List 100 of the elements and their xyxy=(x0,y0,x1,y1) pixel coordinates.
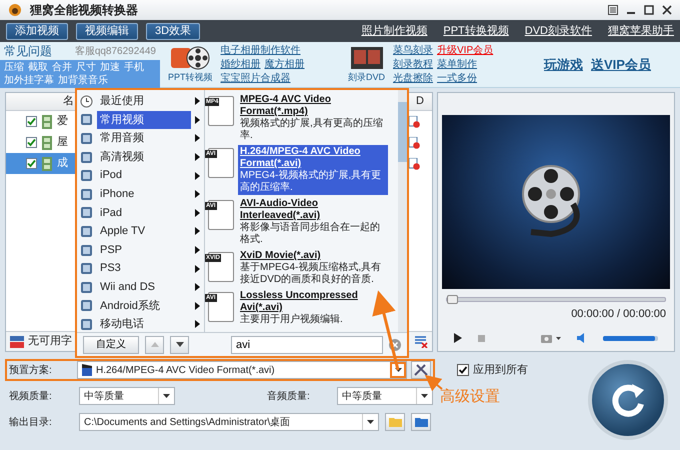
submenu-arrow-icon xyxy=(195,302,200,310)
device-icon xyxy=(80,150,93,164)
play-icon[interactable] xyxy=(454,333,462,343)
submenu-arrow-icon xyxy=(195,208,200,217)
film-icon xyxy=(42,136,52,150)
column-header[interactable]: 名 xyxy=(63,93,74,110)
faq-title[interactable]: 常见问题 xyxy=(4,42,52,60)
promo-link[interactable]: 送VIP会员 xyxy=(591,54,651,74)
format-title: XviD Movie(*.avi) xyxy=(240,250,322,262)
format-description: MPEG4-视频格式的扩展,具有更高的压缩率. xyxy=(240,170,382,194)
device-icon xyxy=(80,132,93,145)
submenu-arrow-icon xyxy=(195,320,200,328)
checkbox-label: 应用到所有 xyxy=(473,362,528,378)
banner-link[interactable]: 一式多份 xyxy=(437,72,478,86)
annotation-label: 高级设置 xyxy=(440,387,500,407)
format-item[interactable]: MPEG-4 AVC Video Format(*.mp4) 视频格式的扩展,具有更高的压缩率. xyxy=(238,93,388,143)
custom-button[interactable]: 自定义 xyxy=(83,336,139,354)
dropdown-caret-icon[interactable] xyxy=(394,368,402,372)
folder-icon xyxy=(388,417,402,427)
checkbox[interactable] xyxy=(26,116,37,127)
close-icon[interactable] xyxy=(662,5,672,15)
scrollbar[interactable] xyxy=(398,90,407,332)
dropdown-caret-icon[interactable] xyxy=(421,394,428,398)
folder-icon xyxy=(414,417,428,427)
banner-link[interactable]: 电子相册制作软件 xyxy=(220,44,301,58)
promo-link[interactable]: 玩游戏 xyxy=(544,54,583,74)
dropdown-caret-icon[interactable] xyxy=(367,420,374,424)
category-item[interactable]: 常用视频 xyxy=(97,110,191,130)
dropdown-caret-icon[interactable] xyxy=(163,394,170,398)
advanced-settings-button[interactable] xyxy=(411,361,431,379)
dvd-caption[interactable]: 刻录DVD xyxy=(348,70,386,84)
maximize-icon[interactable] xyxy=(644,5,654,15)
file-row[interactable]: 屋 xyxy=(6,132,68,153)
device-icon xyxy=(80,224,93,238)
format-item[interactable]: H.264/MPEG-4 AVC Video Format(*.avi) MPEG4-视频格式的扩展,具有更高的压缩率. xyxy=(238,145,388,195)
file-name: 成 xyxy=(57,156,68,172)
banner-link[interactable]: 魔方相册 xyxy=(264,58,305,72)
banner-link[interactable]: 刻录教程 xyxy=(393,58,434,72)
seek-thumb[interactable] xyxy=(447,295,458,304)
category-item[interactable]: iPhone xyxy=(97,185,191,204)
banner-link[interactable]: 婚纱相册 xyxy=(220,58,261,72)
path-value: C:\Documents and Settings\Administrator\桌面 xyxy=(84,416,292,430)
checkbox[interactable] xyxy=(26,137,37,148)
clock-icon xyxy=(80,94,93,108)
select-value: 中等质量 xyxy=(342,390,383,404)
format-title: Lossless Uncompressed Avi(*.avi) xyxy=(240,290,359,314)
list-delete-icon[interactable] xyxy=(414,335,428,348)
category-item[interactable]: 移动电话 xyxy=(97,315,191,332)
menu-icon[interactable] xyxy=(608,5,618,15)
checkbox[interactable] xyxy=(26,158,37,169)
category-item[interactable]: 常用音频 xyxy=(97,129,191,148)
category-item[interactable]: Android系统 xyxy=(97,296,191,316)
toolbar-button[interactable]: 3D效果 xyxy=(146,22,200,40)
banner-link[interactable]: 光盘擦除 xyxy=(393,72,434,86)
open-folder-button[interactable] xyxy=(411,413,431,431)
file-row[interactable]: 爱 xyxy=(6,111,68,132)
subtitle-select[interactable]: 无可用字 xyxy=(28,333,72,350)
category-item[interactable]: iPod xyxy=(97,166,191,185)
category-item[interactable]: Wii and DS xyxy=(97,278,191,296)
category-item[interactable]: PSP xyxy=(97,240,191,260)
camera-icon[interactable] xyxy=(541,333,561,343)
device-icon xyxy=(80,262,93,276)
search-field[interactable]: avi xyxy=(231,336,383,354)
submenu-arrow-icon xyxy=(195,116,200,124)
category-item[interactable]: 最近使用 xyxy=(97,92,191,111)
move-down-button[interactable] xyxy=(170,336,189,354)
toolbar-link[interactable]: PPT转换视频 xyxy=(443,22,509,40)
quality-select[interactable]: 中等质量 xyxy=(79,387,175,405)
clapper-icon xyxy=(82,364,92,376)
format-item[interactable]: Lossless Uncompressed Avi(*.avi) 主要用于用户视频编辑. xyxy=(238,289,388,327)
format-title: H.264/MPEG-4 AVC Video Format(*.avi) xyxy=(240,146,362,170)
category-item[interactable]: 高清视频 xyxy=(97,148,191,166)
format-item[interactable]: AVI-Audio-Video Interleaved(*.avi) 将影像与语音同步组合在一起的格式. xyxy=(238,197,388,247)
subtitle-icon xyxy=(10,336,24,348)
column-header[interactable]: D xyxy=(416,93,424,110)
output-path-field[interactable]: C:\Documents and Settings\Administrator\桌面 xyxy=(79,413,379,431)
category-item[interactable]: Apple TV xyxy=(97,222,191,241)
window-title: 狸窝全能视频转换器 xyxy=(30,2,138,19)
toolbar-link[interactable]: 狸窝苹果助手 xyxy=(608,22,674,40)
quality-select[interactable]: 中等质量 xyxy=(337,387,433,405)
banner-link[interactable]: 升级VIP会员 xyxy=(437,44,494,58)
film-icon xyxy=(42,114,52,128)
toolbar-button[interactable]: 视频编辑 xyxy=(76,22,138,40)
banner-link[interactable]: 菜鸟刻录 xyxy=(393,44,434,58)
banner-link[interactable]: 宝宝照片合成器 xyxy=(220,72,291,86)
category-item[interactable]: iPad xyxy=(97,204,191,222)
toolbar-button[interactable]: 添加视频 xyxy=(6,22,68,40)
preset-select[interactable]: H.264/MPEG-4 AVC Video Format(*.avi) xyxy=(77,361,407,379)
toolbar-link[interactable]: DVD刻录软件 xyxy=(524,22,592,40)
format-item[interactable]: XviD Movie(*.avi) 基于MPEG4-视频压缩格式,具有接近DVD的画质和良好的音质. xyxy=(238,249,388,287)
speaker-icon[interactable] xyxy=(577,333,587,343)
checkbox[interactable] xyxy=(457,364,469,376)
clear-icon[interactable] xyxy=(389,338,401,351)
category-item[interactable]: PS3 xyxy=(97,259,191,278)
toolbar-link[interactable]: 照片制作视频 xyxy=(361,22,428,40)
ppt-caption[interactable]: PPT转视频 xyxy=(168,70,213,84)
banner-link[interactable]: 菜单制作 xyxy=(437,58,478,72)
time-display: 00:00:00 / 00:00:00 xyxy=(570,307,667,322)
film-icon xyxy=(42,156,52,170)
submenu-arrow-icon xyxy=(195,172,200,180)
